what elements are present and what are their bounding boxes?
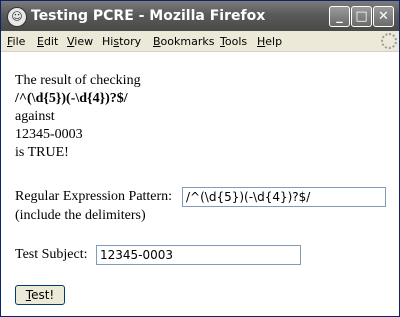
page-content: The result of checking /^(\d{5})(-\d{4})… [1, 52, 399, 316]
menu-file[interactable]: File [7, 35, 25, 48]
result-status: is TRUE! [15, 145, 69, 160]
maximize-button[interactable]: □ [351, 6, 372, 27]
close-button[interactable]: ✕ [373, 6, 394, 27]
firefox-icon: ☺ [7, 7, 27, 27]
pattern-label: Regular Expression Pattern: [15, 189, 173, 204]
menu-edit[interactable]: Edit [37, 35, 58, 48]
result-intro: The result of checking [15, 73, 141, 88]
throbber-icon [381, 33, 397, 49]
menu-tools[interactable]: Tools [220, 35, 247, 48]
pattern-hint: (include the delimiters) [15, 208, 146, 223]
result-subject: 12345-0003 [15, 127, 83, 142]
subject-input[interactable] [96, 245, 301, 265]
minimize-button[interactable]: _ [329, 6, 350, 27]
result-against: against [15, 109, 55, 124]
menu-bookmarks[interactable]: Bookmarks [153, 35, 214, 48]
browser-window: ☺ Testing PCRE - Mozilla Firefox _ □ ✕ F… [0, 0, 400, 317]
test-button[interactable]: Test! [15, 285, 65, 305]
pattern-input[interactable] [182, 187, 386, 207]
menu-bar: File Edit View History Bookmarks Tools H… [1, 31, 399, 52]
menu-history[interactable]: History [102, 35, 141, 48]
subject-label: Test Subject: [15, 247, 88, 262]
title-bar[interactable]: ☺ Testing PCRE - Mozilla Firefox _ □ ✕ [1, 1, 399, 31]
menu-view[interactable]: View [67, 35, 93, 48]
menu-help[interactable]: Help [257, 35, 282, 48]
result-pattern: /^(\d{5})(-\d{4})?$/ [15, 91, 128, 106]
window-title: Testing PCRE - Mozilla Firefox [31, 8, 266, 24]
